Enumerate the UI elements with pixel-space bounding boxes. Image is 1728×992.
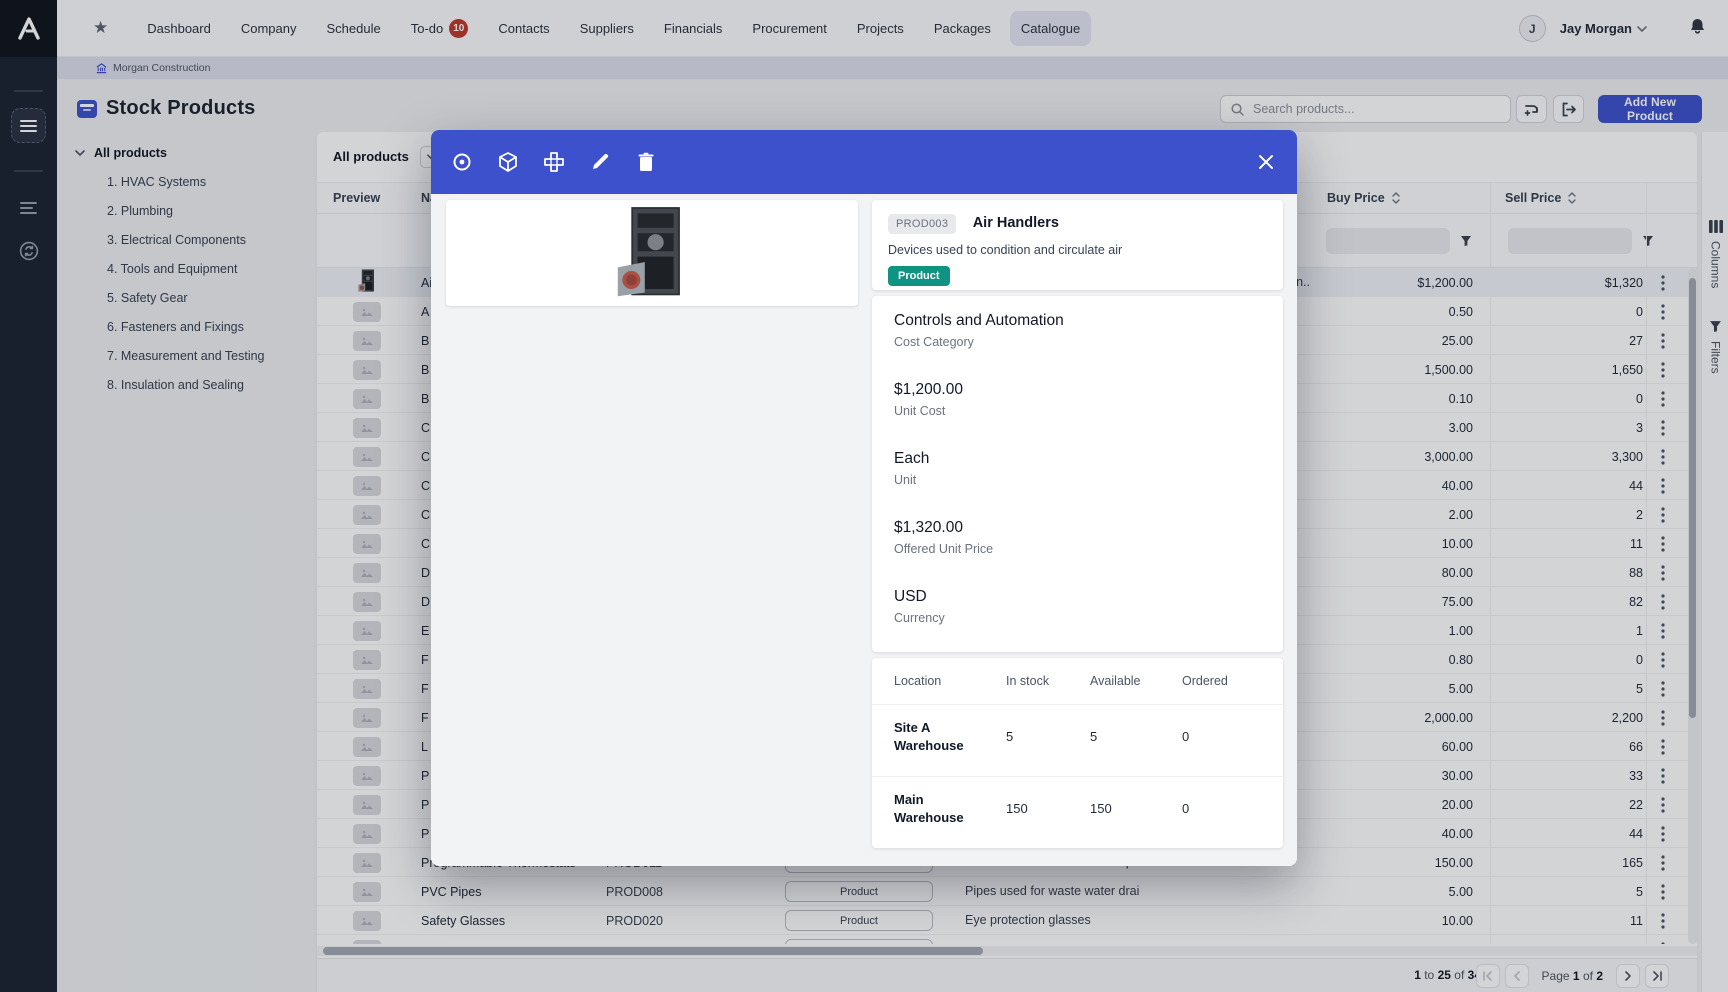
detail-value: Each (894, 450, 1283, 468)
detail-entry: USD Currency (872, 572, 1283, 641)
detail-entry: Each Unit (872, 434, 1283, 503)
stock-col-in-stock: In stock (1006, 674, 1049, 688)
product-image-card (446, 200, 858, 306)
stock-col-location: Location (894, 674, 941, 688)
stock-row-main: Main Warehouse 150 150 0 (872, 777, 1283, 847)
detail-value: Controls and Automation (894, 312, 1283, 330)
close-icon[interactable] (1251, 147, 1281, 177)
detail-entry: Controls and Automation Cost Category (872, 296, 1283, 365)
detail-label: Offered Unit Price (894, 542, 1283, 556)
detail-label: Cost Category (894, 335, 1283, 349)
product-name: Air Handlers (973, 215, 1059, 231)
product-type-badge: Product (888, 266, 950, 286)
stock-row-site-a: Site A Warehouse 5 5 0 (872, 705, 1283, 775)
edit-pencil-icon[interactable] (583, 145, 617, 179)
modal-toolbar (431, 130, 1297, 194)
stock-levels-card: Location In stock Available Ordered Site… (872, 658, 1283, 848)
add-to-set-icon[interactable] (537, 145, 571, 179)
detail-value: USD (894, 588, 1283, 606)
app-window: ★ Dashboard Company Schedule (0, 0, 1728, 992)
detail-label: Unit (894, 473, 1283, 487)
stock-ordered: 0 (1182, 801, 1189, 816)
detail-value: $1,320.00 (894, 519, 1283, 537)
detail-label: Currency (894, 611, 1283, 625)
stock-col-available: Available (1090, 674, 1141, 688)
detail-entry: $1,200.00 Unit Cost (872, 365, 1283, 434)
stock-available: 5 (1090, 729, 1097, 744)
product-image (616, 206, 688, 300)
detail-value: $1,200.00 (894, 381, 1283, 399)
stock-ordered: 0 (1182, 729, 1189, 744)
delete-trash-icon[interactable] (629, 145, 663, 179)
stock-in-stock: 5 (1006, 729, 1013, 744)
stock-available: 150 (1090, 801, 1112, 816)
stock-location: Main Warehouse (894, 791, 989, 827)
detail-entry: $1,320.00 Offered Unit Price (872, 503, 1283, 572)
product-details-card: Controls and Automation Cost Category $1… (872, 296, 1283, 652)
product-header-card: PROD003 Air Handlers Devices used to con… (872, 200, 1283, 290)
stock-location: Site A Warehouse (894, 719, 989, 755)
product-description: Devices used to condition and circulate … (888, 243, 1267, 257)
product-package-icon[interactable] (491, 145, 525, 179)
detail-label: Unit Cost (894, 404, 1283, 418)
product-code-badge: PROD003 (888, 214, 956, 234)
stock-in-stock: 150 (1006, 801, 1028, 816)
product-detail-modal: PROD003 Air Handlers Devices used to con… (431, 130, 1297, 866)
stock-col-ordered: Ordered (1182, 674, 1228, 688)
view-icon[interactable] (445, 145, 479, 179)
